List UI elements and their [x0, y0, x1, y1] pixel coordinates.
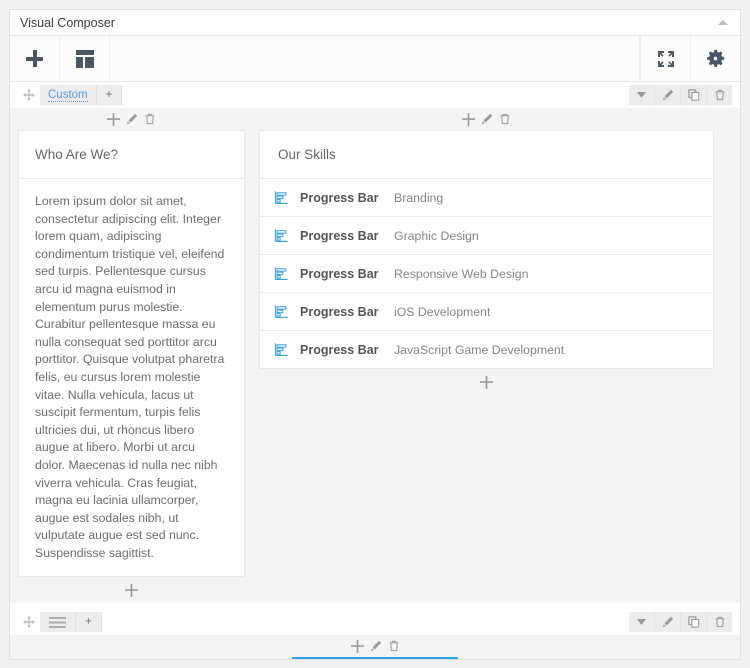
row-1-pencil-icon[interactable] [654, 85, 680, 105]
row-2-clone-icon[interactable] [680, 612, 706, 633]
element-type-label: Progress Bar [300, 342, 379, 357]
column-1-inner: Who Are We? Lorem ipsum dolor sit amet, … [18, 130, 245, 578]
templates-button[interactable] [60, 36, 110, 81]
element-heading-our-skills[interactable]: Our Skills [260, 131, 713, 179]
row-2: + [10, 609, 740, 659]
plus-icon [480, 375, 493, 389]
column-2-controls [259, 108, 714, 130]
plus-icon [125, 583, 138, 597]
row-2-controls: + [10, 609, 740, 635]
element-heading-who-are-we[interactable]: Who Are We? [19, 131, 244, 179]
element-title-label: Branding [394, 190, 444, 205]
element-type-label: Progress Bar [300, 304, 379, 319]
move-icon [23, 616, 35, 629]
progress-bar-icon [274, 342, 300, 357]
element-title-label: iOS Development [394, 304, 491, 319]
row-2-trash-icon[interactable] [706, 612, 732, 633]
caret-up-icon[interactable] [718, 20, 728, 25]
editor-canvas: Custom + Who Are We? Lorem ipsum dolor s… [10, 82, 740, 659]
row-2-add-label: + [85, 616, 92, 629]
row-2-body: Carousel [10, 635, 740, 659]
fullscreen-button[interactable] [640, 36, 690, 81]
row-1-chevron-down-icon[interactable] [629, 85, 654, 105]
row-2-move-icon[interactable] [18, 612, 40, 632]
column-1-add-icon[interactable] [107, 112, 120, 126]
plus-icon [26, 50, 43, 67]
settings-button[interactable] [690, 36, 740, 81]
row-1-clone-icon[interactable] [680, 85, 706, 105]
element-title-label: Responsive Web Design [394, 266, 529, 281]
move-icon [23, 89, 35, 101]
visual-composer-panel: Visual Composer Custom + Who Are We? Lor… [9, 9, 741, 660]
toolbar-spacer [110, 36, 640, 81]
element-type-label: Progress Bar [300, 190, 379, 205]
row-2-column-pencil-icon[interactable] [370, 640, 382, 652]
fullscreen-icon [657, 50, 674, 67]
page-title: Visual Composer [20, 15, 115, 30]
column-1-pencil-icon[interactable] [126, 113, 138, 125]
row-1-body: Who Are We? Lorem ipsum dolor sit amet, … [10, 108, 740, 604]
row-2-pencil-icon[interactable] [654, 612, 680, 633]
templates-icon [75, 49, 94, 68]
column-1-controls [18, 108, 245, 130]
row-1-column-1: Who Are We? Lorem ipsum dolor sit amet, … [18, 108, 245, 603]
column-2-inner: Our Skills Progress Bar Branding Progres… [259, 130, 714, 369]
element-title-label: Graphic Design [394, 228, 479, 243]
main-toolbar [10, 36, 740, 82]
element-text-block[interactable]: Lorem ipsum dolor sit amet, consectetur … [19, 179, 244, 576]
element-type-label: Progress Bar [300, 228, 379, 243]
row-1-layout-label: Custom [48, 88, 88, 102]
row-1-add-button[interactable]: + [96, 85, 123, 105]
row-1-layout-chip[interactable]: Custom [40, 85, 97, 105]
gear-icon [707, 49, 725, 67]
column-2-pencil-icon[interactable] [481, 113, 493, 125]
column-2-add-icon[interactable] [462, 112, 475, 126]
row-1-add-label: + [105, 89, 113, 101]
row-1-move-icon[interactable] [18, 85, 40, 105]
row-2-add-button[interactable]: + [76, 612, 102, 633]
element-progress-bar-1[interactable]: Progress Bar Branding [260, 179, 713, 217]
row-2-chevron-down-icon[interactable] [629, 612, 654, 633]
element-progress-bar-2[interactable]: Progress Bar Graphic Design [260, 217, 713, 255]
row-2-column-controls [18, 635, 732, 657]
carousel-badge[interactable]: Carousel [292, 657, 458, 659]
row-2-layout-chip[interactable] [40, 612, 76, 633]
element-type-label: Progress Bar [300, 266, 379, 281]
progress-bar-icon [274, 190, 300, 205]
row-2-column-add-icon[interactable] [350, 639, 364, 653]
column-2-add-element-button[interactable] [259, 369, 714, 395]
row-2-column-trash-icon[interactable] [388, 640, 400, 652]
row-layout-icon [49, 616, 66, 628]
panel-titlebar: Visual Composer [10, 10, 740, 36]
carousel-badge-wrap: Carousel [18, 657, 732, 659]
add-element-button[interactable] [10, 36, 60, 81]
row-1-controls: Custom + [10, 82, 740, 108]
element-title-label: JavaScript Game Development [394, 342, 565, 357]
row-1-trash-icon[interactable] [706, 85, 732, 105]
row-2-column-1: Carousel [18, 635, 732, 659]
progress-bar-icon [274, 304, 300, 319]
element-progress-bar-3[interactable]: Progress Bar Responsive Web Design [260, 255, 713, 293]
column-2-trash-icon[interactable] [499, 113, 511, 125]
element-progress-bar-5[interactable]: Progress Bar JavaScript Game Development [260, 331, 713, 368]
row-1: Custom + Who Are We? Lorem ipsum dolor s… [10, 82, 740, 604]
progress-bar-icon [274, 228, 300, 243]
column-1-add-element-button[interactable] [18, 577, 245, 603]
element-progress-bar-4[interactable]: Progress Bar iOS Development [260, 293, 713, 331]
column-1-trash-icon[interactable] [144, 113, 156, 125]
progress-bar-icon [274, 266, 300, 281]
row-1-column-2: Our Skills Progress Bar Branding Progres… [259, 108, 714, 603]
